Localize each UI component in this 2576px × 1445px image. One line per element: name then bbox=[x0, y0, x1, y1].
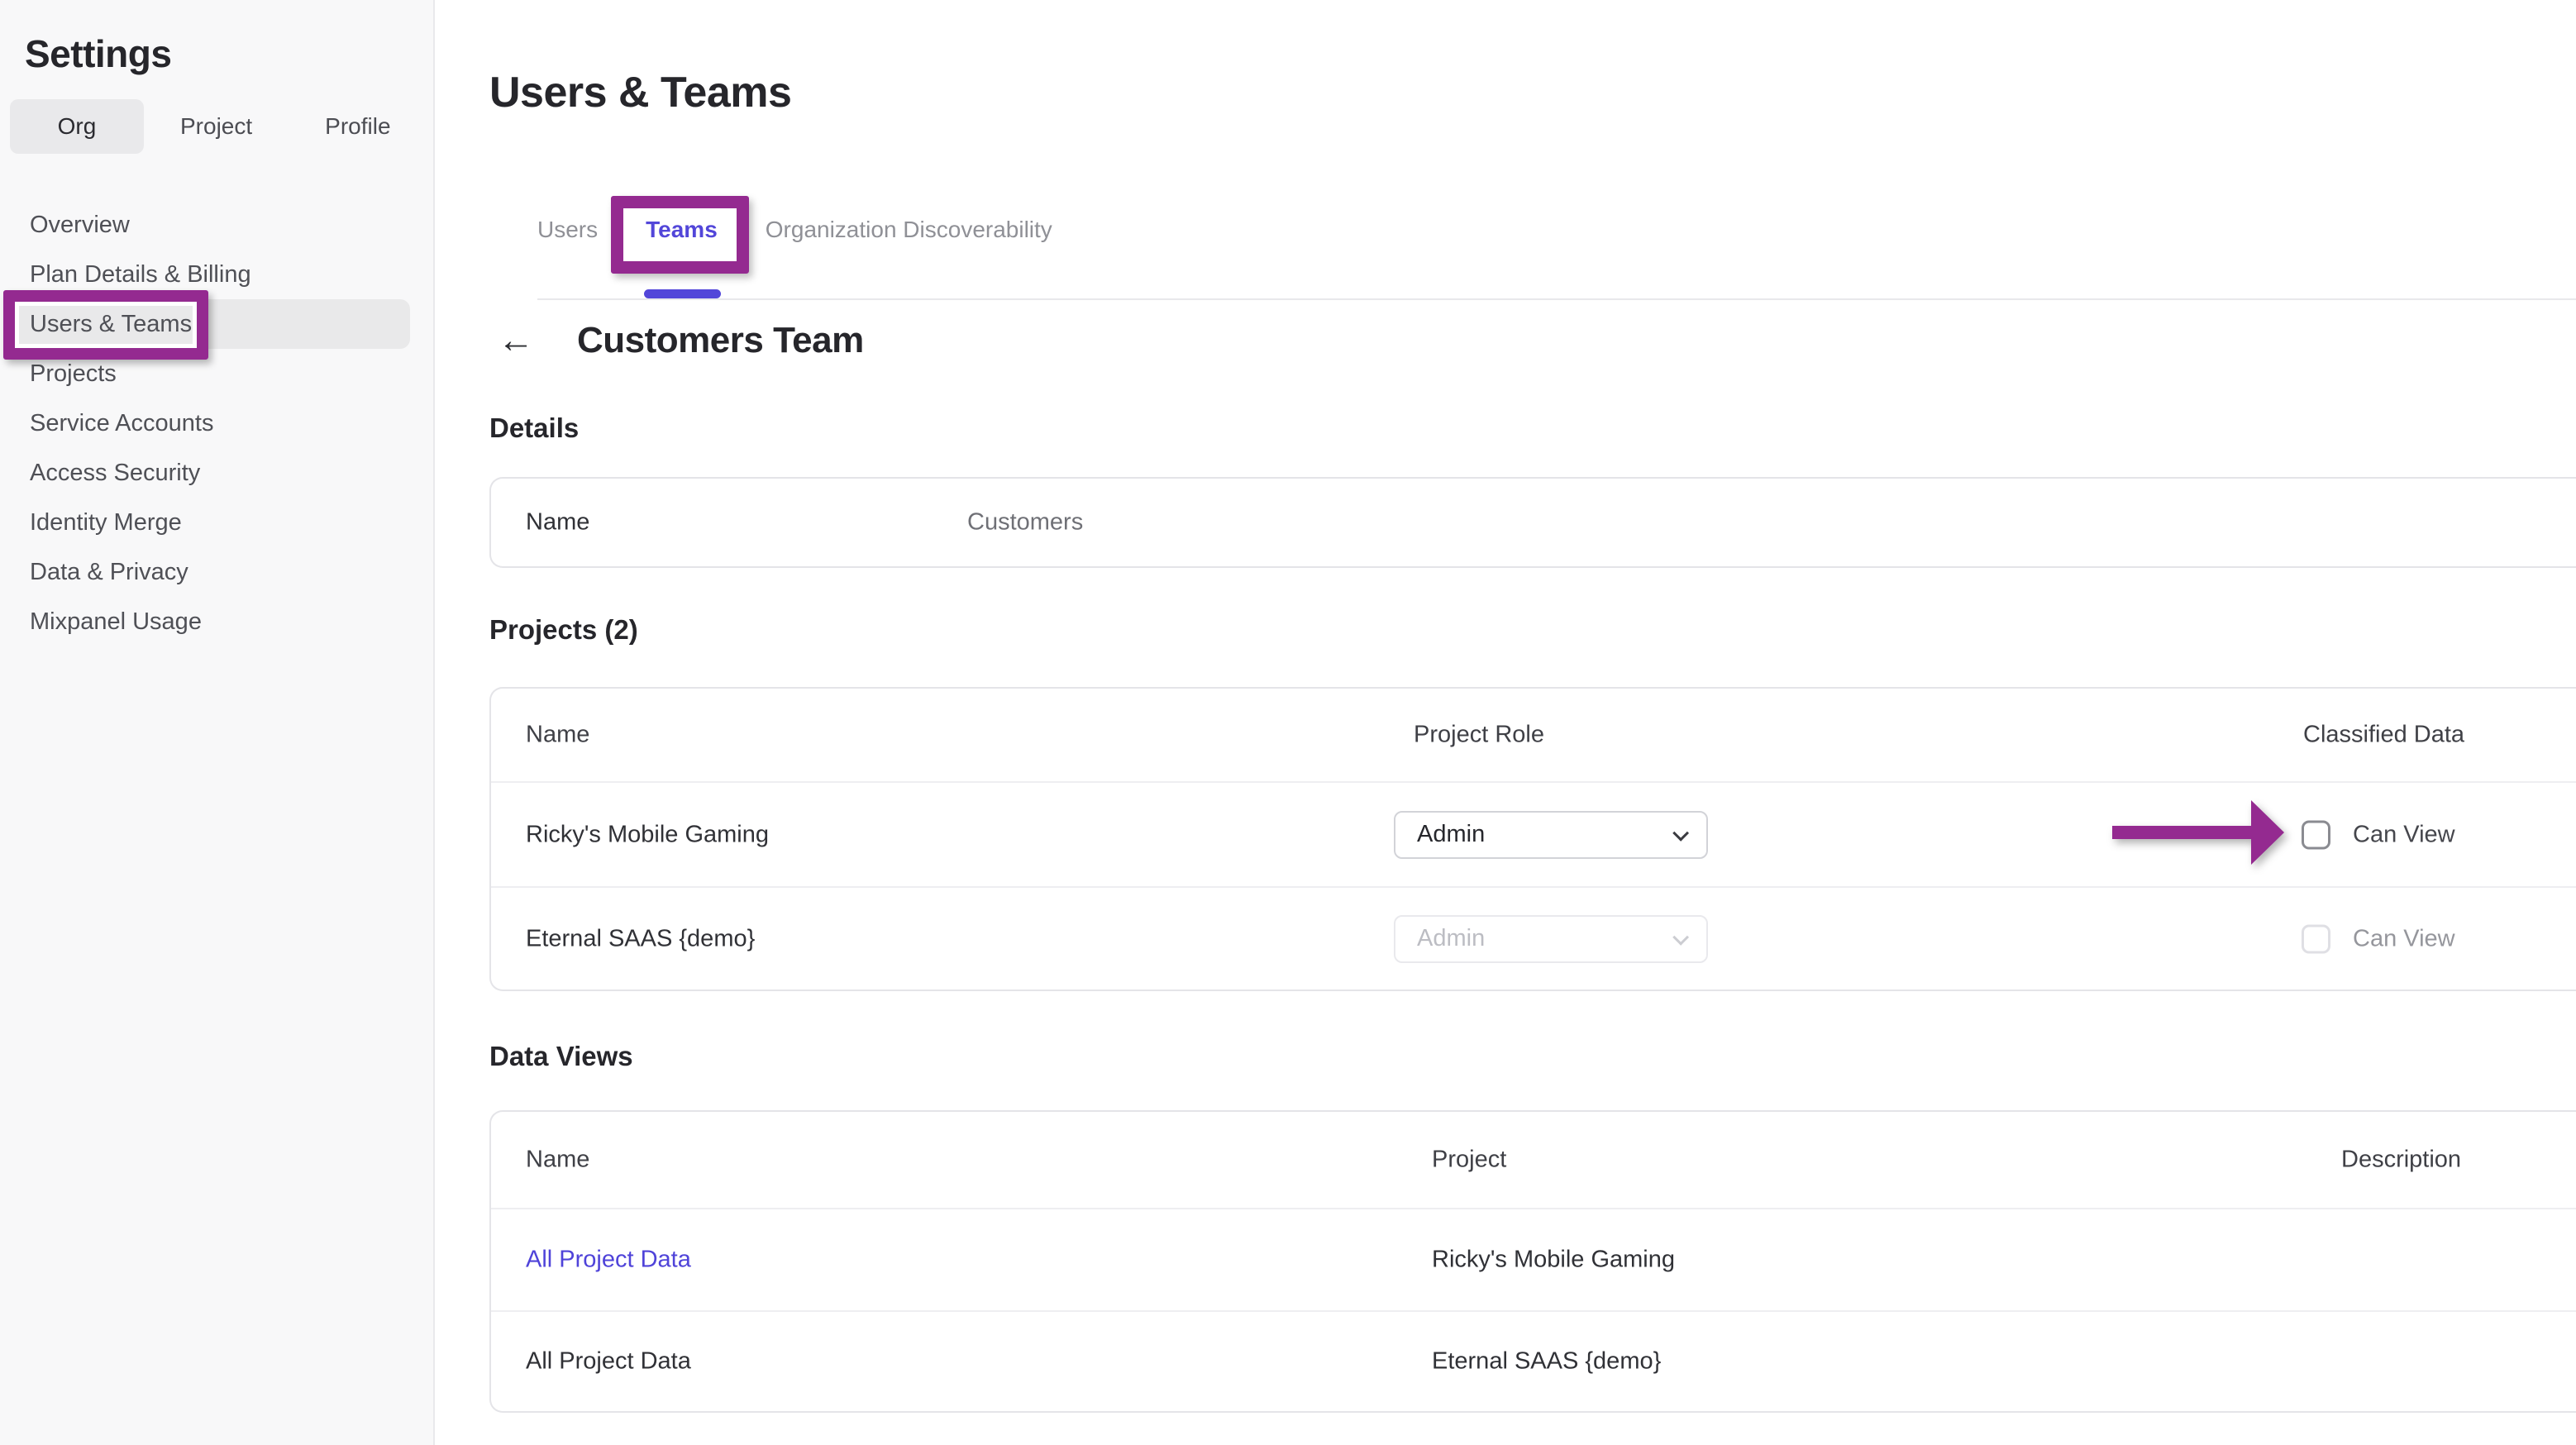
team-header: ← Customers Team bbox=[498, 320, 2576, 361]
page-tabs: Users Teams Organization Discoverability bbox=[537, 216, 2576, 244]
project-row-eternal-saas-demo: Eternal SAAS {demo} Admin Can View bbox=[491, 886, 2576, 990]
sidebar-tab-org[interactable]: Org bbox=[10, 99, 144, 154]
projects-table: Name Project Role Classified Data Ricky'… bbox=[489, 687, 2576, 991]
project-role-value: Admin bbox=[1417, 821, 1485, 848]
project-name: Eternal SAAS {demo} bbox=[526, 925, 755, 952]
annotation-arrow bbox=[2112, 800, 2284, 865]
data-views-table: Name Project Description All Project Dat… bbox=[489, 1110, 2576, 1413]
project-name: Ricky's Mobile Gaming bbox=[526, 821, 769, 848]
details-section-heading: Details bbox=[489, 413, 2576, 444]
can-view-label: Can View bbox=[2353, 821, 2455, 848]
settings-menu: Overview Plan Details & Billing Users & … bbox=[0, 200, 433, 646]
column-header-name: Name bbox=[526, 722, 589, 749]
back-arrow-icon[interactable]: ← bbox=[498, 322, 534, 359]
users-teams-page: Users & Teams Users Teams Organization D… bbox=[435, 0, 2576, 1445]
data-view-project: Eternal SAAS {demo} bbox=[1432, 1348, 1661, 1376]
sidebar-tab-project[interactable]: Project bbox=[144, 99, 289, 154]
projects-table-header: Name Project Role Classified Data bbox=[491, 689, 2576, 783]
tab-teams-label: Teams bbox=[646, 217, 718, 242]
sidebar-item-identity-merge[interactable]: Identity Merge bbox=[0, 498, 433, 547]
column-header-classified-data: Classified Data bbox=[2303, 722, 2464, 749]
annotation-arrow-head bbox=[2251, 800, 2284, 865]
sidebar-item-projects[interactable]: Projects bbox=[0, 349, 433, 398]
project-role-dropdown-disabled: Admin bbox=[1394, 915, 1708, 963]
details-card: Name Customers bbox=[489, 477, 2576, 568]
data-view-row-rickys: All Project Data Ricky's Mobile Gaming bbox=[491, 1209, 2576, 1310]
settings-sidebar: Settings Org Project Profile Overview Pl… bbox=[0, 0, 435, 1445]
annotation-arrow-shaft bbox=[2112, 826, 2254, 839]
sidebar-item-access-security[interactable]: Access Security bbox=[0, 448, 433, 498]
project-role-value: Admin bbox=[1417, 925, 1485, 952]
classified-data-checkbox-disabled bbox=[2302, 924, 2330, 953]
data-view-name-all-project-data: All Project Data bbox=[526, 1348, 691, 1376]
project-row-rickys-mobile-gaming: Ricky's Mobile Gaming Admin Can View bbox=[491, 783, 2576, 886]
sidebar-item-overview[interactable]: Overview bbox=[0, 200, 433, 250]
can-view-label: Can View bbox=[2353, 925, 2455, 952]
sidebar-item-plan-details-billing[interactable]: Plan Details & Billing bbox=[0, 250, 433, 299]
tab-teams[interactable]: Teams bbox=[646, 216, 718, 244]
tab-users[interactable]: Users bbox=[537, 216, 598, 244]
sidebar-item-mixpanel-usage[interactable]: Mixpanel Usage bbox=[0, 597, 433, 646]
sidebar-item-service-accounts[interactable]: Service Accounts bbox=[0, 398, 433, 448]
tabs-divider bbox=[537, 298, 2576, 300]
column-header-description: Description bbox=[2341, 1147, 2461, 1174]
tab-organization-discoverability[interactable]: Organization Discoverability bbox=[766, 216, 1052, 244]
sidebar-item-label: Users & Teams bbox=[30, 311, 192, 338]
chevron-down-icon bbox=[1672, 929, 1689, 946]
data-view-project: Ricky's Mobile Gaming bbox=[1432, 1247, 1675, 1274]
projects-section-heading: Projects (2) bbox=[489, 614, 2576, 646]
team-heading: Customers Team bbox=[577, 320, 864, 361]
classified-data-checkbox[interactable] bbox=[2302, 820, 2330, 849]
data-views-table-header: Name Project Description bbox=[491, 1112, 2576, 1209]
details-name-label: Name bbox=[526, 509, 589, 537]
data-view-link-all-project-data[interactable]: All Project Data bbox=[526, 1247, 691, 1274]
page-title: Users & Teams bbox=[489, 69, 2576, 117]
data-view-row-eternal: All Project Data Eternal SAAS {demo} bbox=[491, 1310, 2576, 1411]
data-views-section-heading: Data Views bbox=[489, 1041, 2576, 1072]
project-role-dropdown[interactable]: Admin bbox=[1394, 811, 1708, 859]
sidebar-item-users-teams[interactable]: Users & Teams bbox=[13, 299, 410, 349]
sidebar-tab-profile[interactable]: Profile bbox=[289, 99, 427, 154]
details-name-value: Customers bbox=[967, 509, 1083, 537]
sidebar-item-data-privacy[interactable]: Data & Privacy bbox=[0, 547, 433, 597]
column-header-name: Name bbox=[526, 1147, 589, 1174]
column-header-project: Project bbox=[1432, 1147, 1506, 1174]
column-header-project-role: Project Role bbox=[1414, 722, 1544, 749]
chevron-down-icon bbox=[1672, 825, 1689, 842]
settings-title: Settings bbox=[25, 31, 433, 76]
settings-scope-tabs: Org Project Profile bbox=[10, 99, 433, 154]
